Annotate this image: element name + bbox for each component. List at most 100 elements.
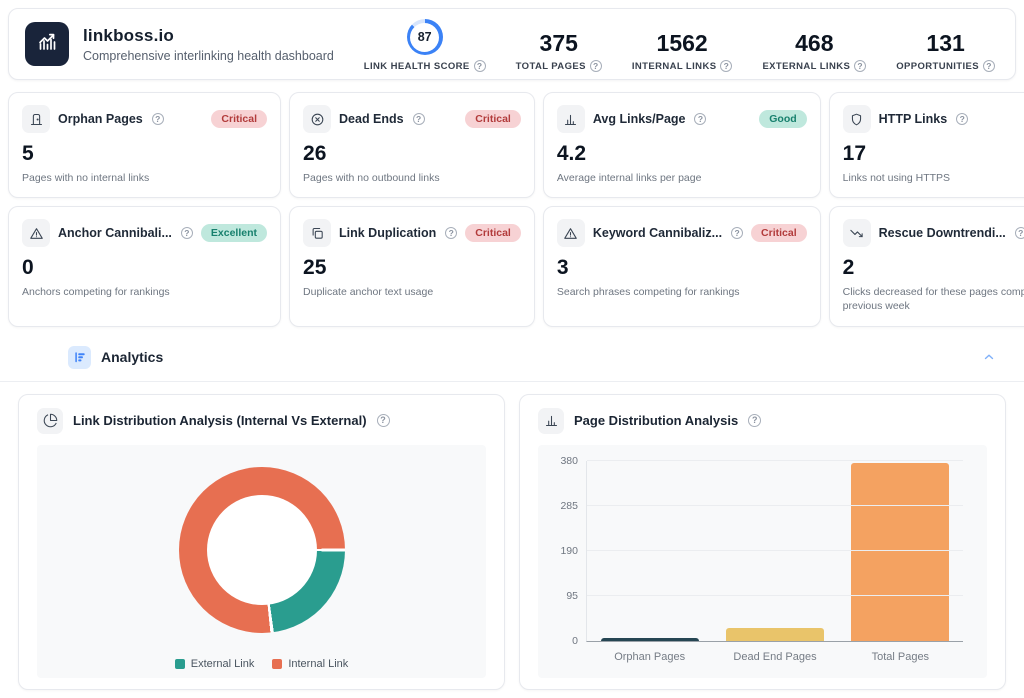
header-stats: 87 LINK HEALTH SCORE ? 375 TOTAL PAGES ?…	[364, 16, 995, 72]
warning-icon	[22, 219, 50, 247]
metric-card-anchor-cannibalization: Anchor Cannibali... ? Excellent 0 Anchor…	[8, 206, 281, 326]
analytics-title: Analytics	[101, 349, 163, 365]
metric-card-header: Anchor Cannibali... ? Excellent	[22, 219, 267, 247]
metric-description: Clicks decreased for these pages compare…	[843, 285, 1024, 313]
help-icon[interactable]: ?	[956, 113, 968, 125]
stat-label-text: OPPORTUNITIES	[896, 61, 979, 72]
metric-title: Link Duplication	[339, 226, 436, 240]
stat-label: EXTERNAL LINKS ?	[762, 60, 866, 72]
stat-label-text: LINK HEALTH SCORE	[364, 61, 470, 72]
legend-label: External Link	[191, 658, 255, 670]
gridline	[587, 460, 963, 461]
header-stat: 87 LINK HEALTH SCORE ?	[364, 16, 486, 72]
metric-card-header: Keyword Cannibaliz... ? Critical	[557, 219, 807, 247]
bar-chart-icon	[538, 408, 564, 434]
metric-title: Rescue Downtrendi...	[879, 226, 1006, 240]
metric-cards-grid: Orphan Pages ? Critical 5 Pages with no …	[8, 92, 1016, 327]
bar-2	[851, 463, 949, 641]
help-icon[interactable]: ?	[152, 113, 164, 125]
metric-card-header: Link Duplication ? Critical	[303, 219, 521, 247]
header: linkboss.io Comprehensive interlinking h…	[8, 8, 1016, 80]
legend-label: Internal Link	[288, 658, 348, 670]
help-icon[interactable]: ?	[377, 414, 390, 427]
analytics-section-header[interactable]: Analytics	[0, 337, 1024, 382]
header-stat: 131 OPPORTUNITIES ?	[896, 16, 995, 72]
help-icon[interactable]: ?	[854, 60, 866, 72]
header-stat: 1562 INTERNAL LINKS ?	[632, 16, 733, 72]
brand-text: linkboss.io Comprehensive interlinking h…	[83, 26, 334, 63]
metric-value: 17	[843, 142, 1024, 166]
stat-label-text: INTERNAL LINKS	[632, 61, 717, 72]
help-icon[interactable]: ?	[720, 60, 732, 72]
metric-description: Duplicate anchor text usage	[303, 285, 521, 299]
bar-slot	[838, 461, 963, 641]
circle-x-icon	[303, 105, 331, 133]
metric-value: 4.2	[557, 142, 807, 166]
y-tick-label: 190	[560, 545, 578, 557]
metric-title: Keyword Cannibaliz...	[593, 226, 722, 240]
metric-value: 3	[557, 256, 807, 280]
metric-card-link-duplication: Link Duplication ? Critical 25 Duplicate…	[289, 206, 535, 326]
stat-value: 131	[926, 32, 964, 55]
stat-value: 375	[540, 32, 578, 55]
shield-icon	[843, 105, 871, 133]
help-icon[interactable]: ?	[590, 60, 602, 72]
metric-card-header: Orphan Pages ? Critical	[22, 105, 267, 133]
help-icon[interactable]: ?	[731, 227, 743, 239]
door-icon	[22, 105, 50, 133]
help-icon[interactable]: ?	[748, 414, 761, 427]
chart-title: Page Distribution Analysis	[574, 413, 738, 428]
status-badge: Critical	[751, 224, 807, 242]
metric-card-avg-links-page: Avg Links/Page ? Good 4.2 Average intern…	[543, 92, 821, 198]
logo-chart-icon	[35, 30, 59, 59]
metric-card-orphan-pages: Orphan Pages ? Critical 5 Pages with no …	[8, 92, 281, 198]
stat-label: LINK HEALTH SCORE ?	[364, 60, 486, 72]
metric-description: Pages with no internal links	[22, 171, 267, 185]
help-icon[interactable]: ?	[181, 227, 193, 239]
help-icon[interactable]: ?	[445, 227, 457, 239]
bar-0	[601, 638, 699, 641]
help-icon[interactable]: ?	[694, 113, 706, 125]
help-icon[interactable]: ?	[474, 60, 486, 72]
metric-title: HTTP Links	[879, 112, 948, 126]
status-badge: Good	[759, 110, 806, 128]
chart-card-header: Link Distribution Analysis (Internal Vs …	[37, 408, 486, 434]
metric-description: Anchors competing for rankings	[22, 285, 267, 299]
x-axis-label: Dead End Pages	[712, 651, 837, 663]
linkboss-logo	[25, 22, 69, 66]
metric-card-header: HTTP Links ? Critical	[843, 105, 1024, 133]
stat-value: 1562	[657, 32, 708, 55]
pie-chart-icon	[37, 408, 63, 434]
help-icon[interactable]: ?	[983, 60, 995, 72]
y-tick-label: 285	[560, 500, 578, 512]
stat-label: TOTAL PAGES ?	[516, 60, 602, 72]
metric-value: 0	[22, 256, 267, 280]
brand: linkboss.io Comprehensive interlinking h…	[25, 22, 334, 66]
x-axis-label: Orphan Pages	[587, 651, 712, 663]
stat-label: OPPORTUNITIES ?	[896, 60, 995, 72]
header-stat: 375 TOTAL PAGES ?	[516, 16, 602, 72]
legend-swatch	[272, 659, 282, 669]
gridline	[587, 595, 963, 596]
link-health-score-ring: 87	[407, 19, 443, 55]
chevron-up-icon[interactable]	[982, 350, 996, 364]
help-icon[interactable]: ?	[1015, 227, 1024, 239]
legend-item[interactable]: Internal Link	[272, 658, 348, 670]
status-badge: Critical	[465, 110, 521, 128]
metric-value: 25	[303, 256, 521, 280]
metric-card-header: Dead Ends ? Critical	[303, 105, 521, 133]
metric-title: Orphan Pages	[58, 112, 143, 126]
status-badge: Excellent	[201, 224, 267, 242]
legend-item[interactable]: External Link	[175, 658, 255, 670]
status-badge: Critical	[211, 110, 267, 128]
stat-value: 87	[410, 23, 439, 52]
metric-title: Dead Ends	[339, 112, 404, 126]
metric-description: Average internal links per page	[557, 171, 807, 185]
link-distribution-chart-card: Link Distribution Analysis (Internal Vs …	[18, 394, 505, 690]
help-icon[interactable]: ?	[413, 113, 425, 125]
x-axis-labels: Orphan PagesDead End PagesTotal Pages	[587, 651, 963, 663]
x-axis-label: Total Pages	[838, 651, 963, 663]
donut-chart	[179, 467, 345, 633]
header-stat: 468 EXTERNAL LINKS ?	[762, 16, 866, 72]
page-distribution-chart-card: Page Distribution Analysis ? Orphan Page…	[519, 394, 1006, 690]
